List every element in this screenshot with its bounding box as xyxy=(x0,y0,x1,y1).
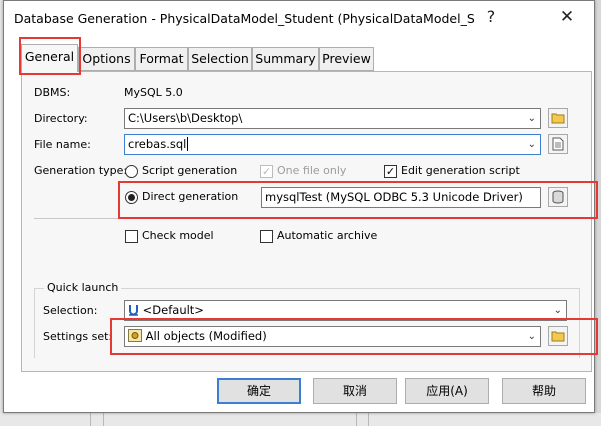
dbms-value: MySQL 5.0 xyxy=(124,86,183,99)
chevron-down-icon[interactable]: ⌄ xyxy=(528,327,536,346)
browse-directory-button[interactable] xyxy=(548,108,568,128)
dbms-label: DBMS: xyxy=(34,86,71,99)
tab-selection[interactable]: Selection xyxy=(188,47,252,71)
settings-set-label: Settings set: xyxy=(43,330,113,343)
selection-label: Selection: xyxy=(43,304,98,317)
script-generation-radio[interactable] xyxy=(125,165,138,178)
help-title-button[interactable]: ? xyxy=(474,4,508,30)
direct-generation-radio[interactable] xyxy=(125,191,138,204)
check-model-label: Check model xyxy=(142,229,214,242)
folder-icon xyxy=(551,113,565,124)
generation-type-label: Generation type: xyxy=(34,164,128,177)
tab-summary[interactable]: Summary xyxy=(252,47,319,71)
filename-label: File name: xyxy=(34,138,91,151)
apply-button[interactable]: 应用(A) xyxy=(405,378,489,404)
directory-label: Directory: xyxy=(34,112,88,125)
automatic-archive-checkbox[interactable] xyxy=(260,230,273,243)
separator-line xyxy=(34,218,580,219)
one-file-only-label: One file only xyxy=(277,164,347,177)
filename-value: crebas.sql xyxy=(128,137,187,151)
data-source-value: mysqlTest (MySQL ODBC 5.3 Unicode Driver… xyxy=(265,190,523,204)
direct-generation-label: Direct generation xyxy=(142,190,239,203)
general-tab-panel: DBMS: MySQL 5.0 Directory: C:\Users\b\De… xyxy=(21,71,592,372)
quick-launch-legend: Quick launch xyxy=(44,281,122,294)
ok-button[interactable]: 确定 xyxy=(217,378,301,404)
cancel-button[interactable]: 取消 xyxy=(313,378,397,404)
quick-launch-group xyxy=(34,288,580,358)
edit-file-button[interactable] xyxy=(548,134,568,154)
edit-generation-script-label: Edit generation script xyxy=(401,164,520,177)
title-bar: Database Generation - PhysicalDataModel_… xyxy=(4,1,594,35)
directory-value: C:\Users\b\Desktop\ xyxy=(128,111,243,125)
close-button[interactable]: ✕ xyxy=(550,4,584,30)
database-icon xyxy=(552,190,564,204)
settings-set-value: All objects (Modified) xyxy=(145,329,267,343)
chevron-down-icon[interactable]: ⌄ xyxy=(554,301,562,320)
help-button[interactable]: 帮助 xyxy=(502,378,586,404)
background-window-bottom xyxy=(0,413,601,426)
selection-value: <Default> xyxy=(142,303,204,317)
check-model-checkbox[interactable] xyxy=(125,230,138,243)
filename-combobox[interactable]: crebas.sql ⌄ xyxy=(124,134,541,155)
select-data-source-button[interactable] xyxy=(548,187,568,207)
one-file-only-checkbox[interactable]: ✓ xyxy=(260,165,273,178)
automatic-archive-label: Automatic archive xyxy=(277,229,378,242)
settings-set-icon xyxy=(128,329,142,342)
settings-set-combobox[interactable]: All objects (Modified) ⌄ xyxy=(124,326,541,347)
tab-general[interactable]: General xyxy=(21,44,78,72)
chevron-down-icon[interactable]: ⌄ xyxy=(528,109,536,128)
database-generation-dialog: Database Generation - PhysicalDataModel_… xyxy=(3,0,598,413)
document-icon xyxy=(552,137,564,151)
chevron-down-icon[interactable]: ⌄ xyxy=(528,135,536,154)
tab-options[interactable]: Options xyxy=(78,47,135,71)
script-generation-label: Script generation xyxy=(142,164,238,177)
edit-generation-script-checkbox[interactable]: ✓ xyxy=(384,165,397,178)
directory-combobox[interactable]: C:\Users\b\Desktop\ ⌄ xyxy=(124,108,541,129)
selection-combobox[interactable]: <Default> ⌄ xyxy=(124,300,567,321)
selection-u-icon xyxy=(129,305,138,316)
tab-preview[interactable]: Preview xyxy=(319,47,374,71)
browse-settings-button[interactable] xyxy=(548,326,568,346)
window-title: Database Generation - PhysicalDataModel_… xyxy=(14,11,474,26)
tab-format[interactable]: Format xyxy=(135,47,188,71)
folder-icon xyxy=(551,331,565,342)
data-source-field[interactable]: mysqlTest (MySQL ODBC 5.3 Unicode Driver… xyxy=(261,187,541,208)
